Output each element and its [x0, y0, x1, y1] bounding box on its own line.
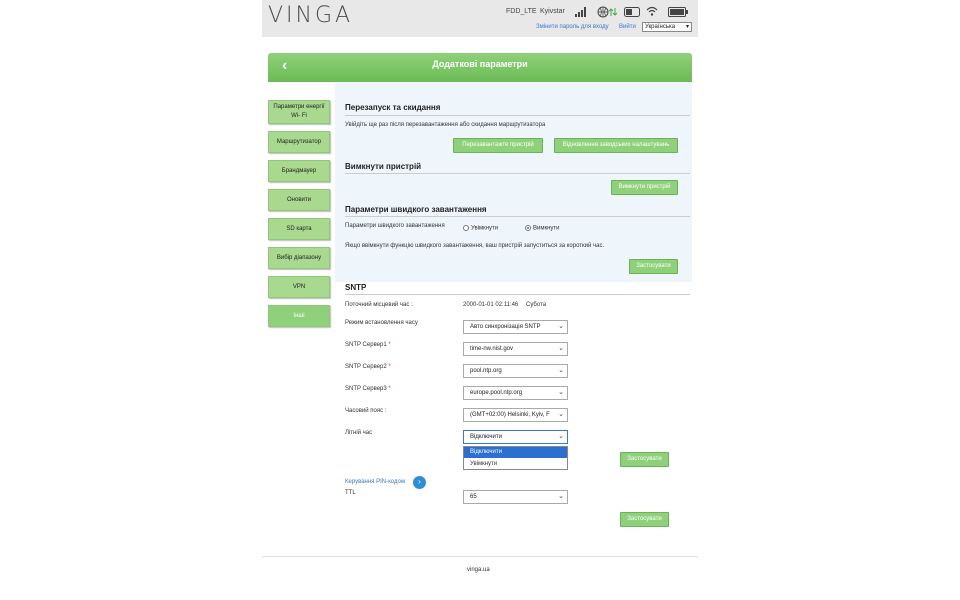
local-time-label: Поточний місцевий час : [345, 302, 413, 308]
timezone-value: (GMT+02:00) Helsinki, Kyiv, F [470, 412, 550, 418]
radio-checked-icon [525, 225, 531, 231]
sidebar-item-label: Брандмауер [281, 167, 317, 174]
shutdown-button[interactable]: Вимкнути пристрій [611, 180, 678, 195]
logout-link[interactable]: Вийти [619, 24, 636, 30]
sidebar-item-firewall[interactable]: Брандмауер [268, 160, 330, 182]
shutdown-title: Вимкнути пристрій [345, 162, 422, 171]
operator-name: Kyivstar [540, 8, 565, 15]
time-mode-value: Авто синхронізація SNTP [470, 324, 541, 330]
sidebar-item-label: Маршрутизатор [276, 138, 322, 145]
time-mode-select[interactable]: Авто синхронізація SNTP ⌄ [463, 320, 568, 334]
fastboot-off-label: Вимкнути [533, 225, 560, 232]
page-header: ‹ Додаткові параметри [268, 53, 692, 82]
dst-select[interactable]: Відключити ⌄ [463, 430, 568, 444]
sidebar-item-update[interactable]: Оновити [268, 189, 330, 211]
ttl-value: 65 [470, 494, 477, 500]
sntp-server3-value: europe.pool.ntp.org [470, 390, 523, 396]
chevron-right-icon[interactable]: › [413, 476, 426, 489]
sidebar-item-other[interactable]: Інші [268, 305, 330, 327]
dst-label: Літній час [345, 430, 373, 436]
sntp-server2-label: SNTP Сервер2 * [345, 364, 391, 370]
fastboot-apply-button[interactable]: Застосувати [629, 259, 678, 274]
dst-dropdown: Відключити Увімкнути [463, 446, 568, 470]
wifi-icon [646, 6, 658, 16]
dst-option-disable[interactable]: Відключити [464, 447, 567, 458]
divider [345, 216, 690, 217]
divider [345, 294, 690, 295]
sntp-server2-value: pool.ntp.org [470, 368, 502, 374]
sidebar-item-label: SD карта [286, 225, 312, 232]
restart-title: Перезапуск та скидання [345, 103, 441, 112]
sntp-server1-value: time-nw.nist.gov [470, 346, 514, 352]
reboot-button[interactable]: Перезавантажте пристрій [453, 138, 543, 153]
divider [345, 173, 690, 174]
battery-icon [668, 7, 688, 17]
sidebar-item-label: Вибір діапазону [276, 254, 322, 261]
page-title: Додаткові параметри [432, 59, 528, 69]
fastboot-label: Параметри швидкого завантаження [345, 223, 445, 229]
footer-divider [262, 556, 698, 557]
timezone-select[interactable]: (GMT+02:00) Helsinki, Kyiv, F ⌄ [463, 408, 568, 422]
signal-icon [575, 7, 586, 17]
sntp-server1-label: SNTP Сервер1 * [345, 342, 391, 348]
ttl-apply-button[interactable]: Застосувати [620, 512, 669, 527]
sidebar-item-label: Параметри енергії Wi- Fi [273, 104, 325, 119]
sidebar-item-label: Оновити [287, 196, 311, 203]
sntp-server3-label: SNTP Сервер3 * [345, 386, 391, 392]
chevron-down-icon: ⌄ [558, 389, 564, 396]
chevron-down-icon: ⌄ [558, 433, 564, 440]
fastboot-off-radio[interactable]: Вимкнути [525, 225, 560, 232]
chevron-down-icon: ⌄ [558, 345, 564, 352]
sidebar-item-wifi-power[interactable]: Параметри енергії Wi- Fi [268, 100, 330, 124]
dst-value: Відключити [470, 434, 502, 440]
factory-reset-button[interactable]: Відновлення заводських налаштувань [554, 138, 678, 153]
sntp-server3-select[interactable]: europe.pool.ntp.org ⌄ [463, 386, 568, 400]
sntp-apply-button[interactable]: Застосувати [620, 452, 669, 467]
chevron-down-icon: ⌄ [558, 367, 564, 374]
sntp-server2-select[interactable]: pool.ntp.org ⌄ [463, 364, 568, 378]
chevron-down-icon: ⌄ [558, 323, 564, 330]
language-select[interactable]: Українська ▾ [642, 22, 692, 32]
restart-description: Увійдіть ще раз після перезавантаження а… [345, 122, 546, 128]
radio-icon [463, 225, 469, 231]
sidebar-item-label: Інші [293, 312, 305, 319]
sidebar-item-vpn[interactable]: VPN [268, 276, 330, 298]
pin-management-link[interactable]: Керування PIN-кодом [345, 479, 405, 485]
vinga-logo: VINGA [268, 3, 354, 28]
toggle-icon [624, 7, 640, 17]
chevron-down-icon: ⌄ [558, 411, 564, 418]
chevron-down-icon: ⌄ [558, 493, 564, 500]
sidebar-item-sd-card[interactable]: SD карта [268, 218, 330, 240]
footer-site[interactable]: vinga.ua [467, 567, 490, 573]
fastboot-note: Якщо ввімкнути функцію швидкого завантаж… [345, 243, 605, 249]
divider [345, 115, 690, 116]
fastboot-on-label: Увімкнути [471, 225, 499, 232]
fastboot-on-radio[interactable]: Увімкнути [463, 225, 498, 232]
globe-data-icon [597, 6, 617, 18]
sidebar-item-router[interactable]: Маршрутизатор [268, 131, 330, 153]
dst-option-enable[interactable]: Увімкнути [464, 459, 567, 470]
fastboot-title: Параметри швидкого завантаження [345, 205, 487, 214]
ttl-select[interactable]: 65 ⌄ [463, 490, 568, 504]
change-password-link[interactable]: Змінити пароль для входу [536, 24, 609, 30]
local-day-value: Субота [526, 302, 547, 308]
sntp-server1-select[interactable]: time-nw.nist.gov ⌄ [463, 342, 568, 356]
ttl-label: TTL [345, 490, 356, 496]
sidebar-item-label: VPN [292, 283, 306, 290]
sidebar-item-band-select[interactable]: Вибір діапазону [268, 247, 330, 269]
network-type: FDD_LTE [506, 8, 537, 15]
sntp-title: SNTP [345, 283, 367, 292]
time-mode-label: Режим встановлення часу [345, 320, 418, 326]
top-bar: VINGA FDD_LTE Kyivstar Змінити пароль дл… [262, 0, 698, 37]
language-value: Українська [645, 24, 676, 30]
timezone-label: Часовий пояс : [345, 408, 387, 414]
local-time-value: 2000-01-01 02:11:46 [463, 302, 519, 308]
chevron-down-icon: ▾ [685, 24, 689, 30]
